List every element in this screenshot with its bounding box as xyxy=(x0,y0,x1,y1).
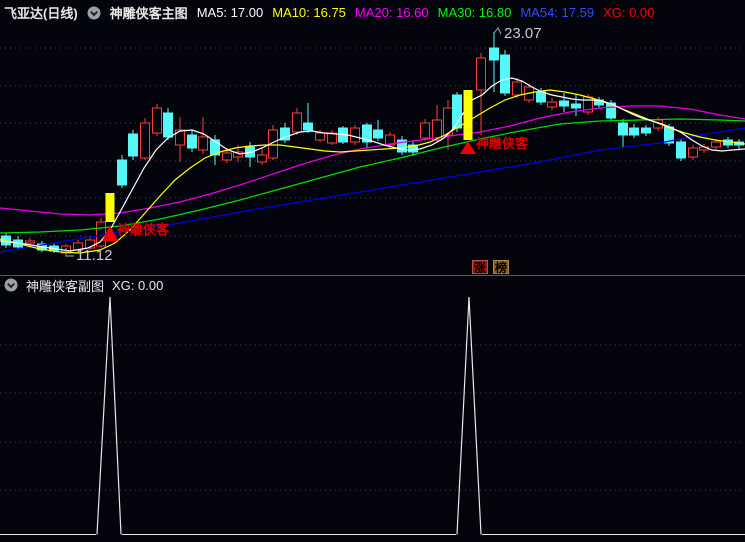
sub-indicator-value: XG: 0.00 xyxy=(112,277,164,293)
candle-body xyxy=(163,112,173,138)
candle-body xyxy=(117,159,127,186)
xg-spike xyxy=(456,296,482,535)
price-leader-line xyxy=(493,27,502,35)
xg-spike xyxy=(96,296,122,535)
ma-value-ma20: MA20: 16.60 xyxy=(354,5,429,20)
candle-body xyxy=(198,136,208,151)
candle-body xyxy=(187,134,197,149)
candle-body xyxy=(222,152,232,161)
ma-value-ma54: MA54: 17.59 xyxy=(520,5,595,20)
rank-badge-涨[interactable]: 涨 xyxy=(472,260,488,275)
peak-price-label: 23.07 xyxy=(504,25,542,42)
candle-body xyxy=(688,147,698,158)
candle-body xyxy=(292,112,302,133)
candle-body xyxy=(128,133,138,157)
low-price-label: 11.12 xyxy=(76,247,113,264)
candle-body xyxy=(512,81,522,96)
candle-body xyxy=(152,107,162,134)
ma-value-ma30: MA30: 16.80 xyxy=(437,5,512,20)
candle-body xyxy=(676,141,686,159)
candle-body xyxy=(500,54,510,94)
candle-body xyxy=(618,122,628,136)
main-chart-header: 飞亚达(日线) 神雕侠客主图 MA5: 17.00 MA10: 16.75 MA20… xyxy=(0,0,745,25)
signal-highlight-bar xyxy=(463,90,473,140)
ma-value-ma5: MA5: 17.00 xyxy=(196,5,264,20)
candle-body xyxy=(350,127,360,143)
main-indicator-name: 神雕侠客主图 xyxy=(109,6,188,21)
candle-body xyxy=(641,127,651,134)
candle-body xyxy=(420,122,430,139)
candle-body xyxy=(711,141,721,148)
ma-value-ma10: MA10: 16.75 xyxy=(272,5,346,20)
signal-highlight-bar xyxy=(105,193,115,222)
sub-chart-header: 神雕侠客副图 XG: 0.00 xyxy=(0,276,745,294)
ma-value-xg: XG: 0.00 xyxy=(603,5,655,20)
chart-canvas[interactable] xyxy=(0,0,745,542)
candle-body xyxy=(257,154,267,163)
stock-name: 飞亚达(日线) xyxy=(4,6,78,21)
sub-indicator-collapse-icon[interactable] xyxy=(4,278,18,292)
sub-indicator-name: 神雕侠客副图 xyxy=(26,278,105,294)
indicator-collapse-icon[interactable] xyxy=(87,6,101,20)
candle-body xyxy=(536,91,546,103)
candle-body xyxy=(140,122,150,159)
candle-body xyxy=(571,103,581,109)
candle-body xyxy=(96,221,106,247)
candle-body xyxy=(547,101,557,108)
stock-chart-app: 飞亚达(日线) 神雕侠客主图 MA5: 17.00 MA10: 16.75 MA20… xyxy=(0,0,745,542)
rank-badge-榜[interactable]: 榜 xyxy=(493,260,509,275)
candle-body xyxy=(373,129,383,139)
candle-body xyxy=(303,122,313,131)
ma-values-row: MA5: 17.00 MA10: 16.75 MA20: 16.60 MA30: 16… xyxy=(197,5,655,20)
candle-body xyxy=(25,240,35,244)
candle-body xyxy=(476,57,486,91)
candle-body xyxy=(629,127,639,136)
candle-body xyxy=(315,132,325,141)
candle-body xyxy=(489,47,499,61)
buy-signal-label: 神雕侠客 xyxy=(117,222,170,237)
candle-body xyxy=(559,100,569,107)
buy-signal-label: 神雕侠客 xyxy=(476,136,529,151)
